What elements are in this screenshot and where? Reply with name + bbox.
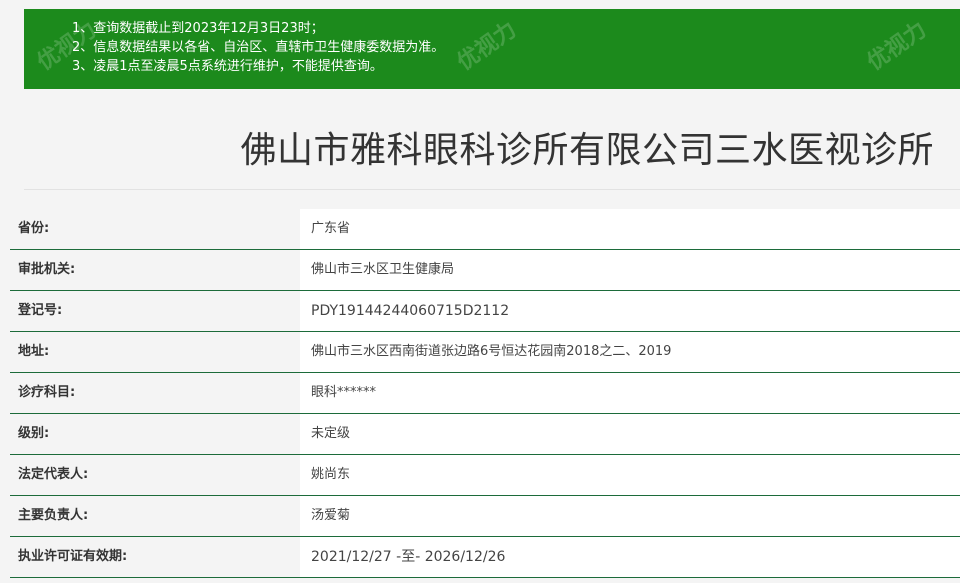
table-row: 执业许可证有效期: 2021/12/27 -至- 2026/12/26 (10, 537, 960, 578)
row-value: PDY19144244060715D2112 (300, 291, 960, 331)
notice-line: 2、信息数据结果以各省、自治区、直辖市卫生健康委数据为准。 (72, 40, 445, 55)
row-label: 主要负责人: (10, 496, 300, 536)
row-value: 广东省 (300, 209, 960, 249)
row-label: 执业许可证有效期: (10, 537, 300, 577)
row-label: 级别: (10, 414, 300, 454)
notice-line: 3、凌晨1点至凌晨5点系统进行维护，不能提供查询。 (72, 59, 383, 74)
table-row: 地址: 佛山市三水区西南街道张边路6号恒达花园南2018之二、2019 (10, 332, 960, 373)
row-label: 地址: (10, 332, 300, 372)
page-title: 佛山市雅科眼科诊所有限公司三水医视诊所 (240, 130, 934, 171)
row-value: 汤爱菊 (300, 496, 960, 536)
table-row: 主要负责人: 汤爱菊 (10, 496, 960, 537)
table-row: 级别: 未定级 (10, 414, 960, 455)
table-row: 登记号: PDY19144244060715D2112 (10, 291, 960, 332)
row-value: 佛山市三水区西南街道张边路6号恒达花园南2018之二、2019 (300, 332, 960, 372)
info-table: 省份: 广东省 审批机关: 佛山市三水区卫生健康局 登记号: PDY191442… (10, 209, 960, 578)
row-label: 省份: (10, 209, 300, 249)
row-label: 诊疗科目: (10, 373, 300, 413)
notice-line: 1、查询数据截止到2023年12月3日23时； (72, 21, 324, 36)
table-row: 审批机关: 佛山市三水区卫生健康局 (10, 250, 960, 291)
row-label: 审批机关: (10, 250, 300, 290)
table-row: 法定代表人: 姚尚东 (10, 455, 960, 496)
row-value: 眼科****** (300, 373, 960, 413)
table-row: 诊疗科目: 眼科****** (10, 373, 960, 414)
notice-banner: 1、查询数据截止到2023年12月3日23时； 2、信息数据结果以各省、自治区、… (24, 9, 960, 89)
title-area: 佛山市雅科眼科诊所有限公司三水医视诊所 (24, 89, 960, 190)
row-label: 法定代表人: (10, 455, 300, 495)
row-value: 2021/12/27 -至- 2026/12/26 (300, 537, 960, 577)
row-value: 姚尚东 (300, 455, 960, 495)
row-value: 佛山市三水区卫生健康局 (300, 250, 960, 290)
row-label: 登记号: (10, 291, 300, 331)
row-value: 未定级 (300, 414, 960, 454)
table-row: 省份: 广东省 (10, 209, 960, 250)
